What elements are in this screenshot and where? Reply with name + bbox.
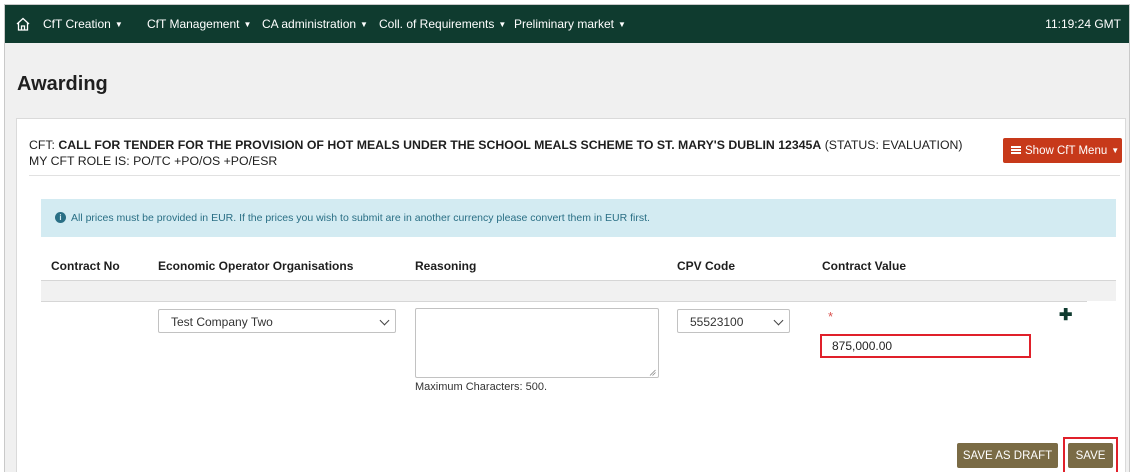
max-characters-hint: Maximum Characters: 500.: [415, 381, 548, 393]
cft-title: CFT: CALL FOR TENDER FOR THE PROVISION O…: [29, 137, 979, 169]
list-icon: [1011, 145, 1021, 154]
cpv-code-select-value: 55523100: [690, 315, 744, 329]
chevron-down-icon: [379, 315, 390, 326]
awarding-card: CFT: CALL FOR TENDER FOR THE PROVISION O…: [16, 118, 1126, 472]
column-header-contract-value: Contract Value: [822, 259, 907, 273]
info-icon: i: [55, 212, 66, 223]
column-header-contract-no: Contract No: [51, 259, 120, 273]
caret-down-icon: ▼: [498, 20, 507, 29]
show-cft-menu-label: Show CfT Menu: [1025, 144, 1108, 157]
home-icon[interactable]: [15, 16, 31, 32]
table-row-empty: [41, 281, 1116, 301]
column-header-operator: Economic Operator Organisations: [158, 259, 354, 273]
cft-prefix: CFT:: [29, 138, 59, 152]
nav-label: Coll. of Requirements: [379, 17, 495, 31]
nav-preliminary-market[interactable]: Preliminary market ▼: [514, 17, 626, 31]
page-title: Awarding: [17, 73, 108, 95]
caret-down-icon: ▼: [1111, 145, 1120, 155]
app-window: CfT Creation ▼ CfT Management ▼ CA adminis…: [4, 4, 1130, 472]
resize-handle-icon[interactable]: [649, 369, 656, 376]
contract-value-input[interactable]: [820, 334, 1031, 358]
caret-down-icon: ▼: [114, 20, 123, 29]
info-text: All prices must be provided in EUR. If t…: [71, 212, 650, 224]
operator-select-value: Test Company Two: [171, 315, 273, 329]
cft-name: CALL FOR TENDER FOR THE PROVISION OF HOT…: [58, 138, 822, 152]
reasoning-textarea[interactable]: [415, 308, 659, 378]
divider: [29, 175, 1120, 176]
top-navigation-bar: CfT Creation ▼ CfT Management ▼ CA adminis…: [5, 5, 1129, 43]
server-clock: 11:19:24 GMT: [1045, 17, 1121, 31]
nav-cft-creation[interactable]: CfT Creation ▼: [43, 17, 123, 31]
operator-select[interactable]: Test Company Two: [158, 309, 396, 333]
save-button-highlight: SAVE: [1063, 437, 1118, 472]
caret-down-icon: ▼: [243, 20, 252, 29]
nav-label: CfT Creation: [43, 17, 111, 31]
chevron-down-icon: [773, 315, 784, 326]
nav-ca-administration[interactable]: CA administration ▼: [262, 17, 368, 31]
nav-coll-of-requirements[interactable]: Coll. of Requirements ▼: [379, 17, 506, 31]
nav-label: CA administration: [262, 17, 357, 31]
column-header-cpv-code: CPV Code: [677, 259, 736, 273]
save-button[interactable]: SAVE: [1068, 443, 1113, 468]
table-row-divider: [41, 301, 1087, 302]
required-marker: *: [828, 309, 834, 324]
caret-down-icon: ▼: [360, 20, 368, 29]
save-as-draft-button[interactable]: SAVE AS DRAFT: [957, 443, 1058, 468]
column-header-reasoning: Reasoning: [415, 259, 477, 273]
show-cft-menu-button[interactable]: Show CfT Menu ▼: [1003, 138, 1122, 163]
info-alert: i All prices must be provided in EUR. If…: [41, 199, 1116, 237]
nav-label: CfT Management: [147, 17, 240, 31]
nav-label: Preliminary market: [514, 17, 615, 31]
nav-cft-management[interactable]: CfT Management ▼: [147, 17, 251, 31]
cpv-code-select[interactable]: 55523100: [677, 309, 790, 333]
add-row-plus-icon[interactable]: ✚: [1059, 305, 1072, 325]
caret-down-icon: ▼: [618, 20, 626, 29]
